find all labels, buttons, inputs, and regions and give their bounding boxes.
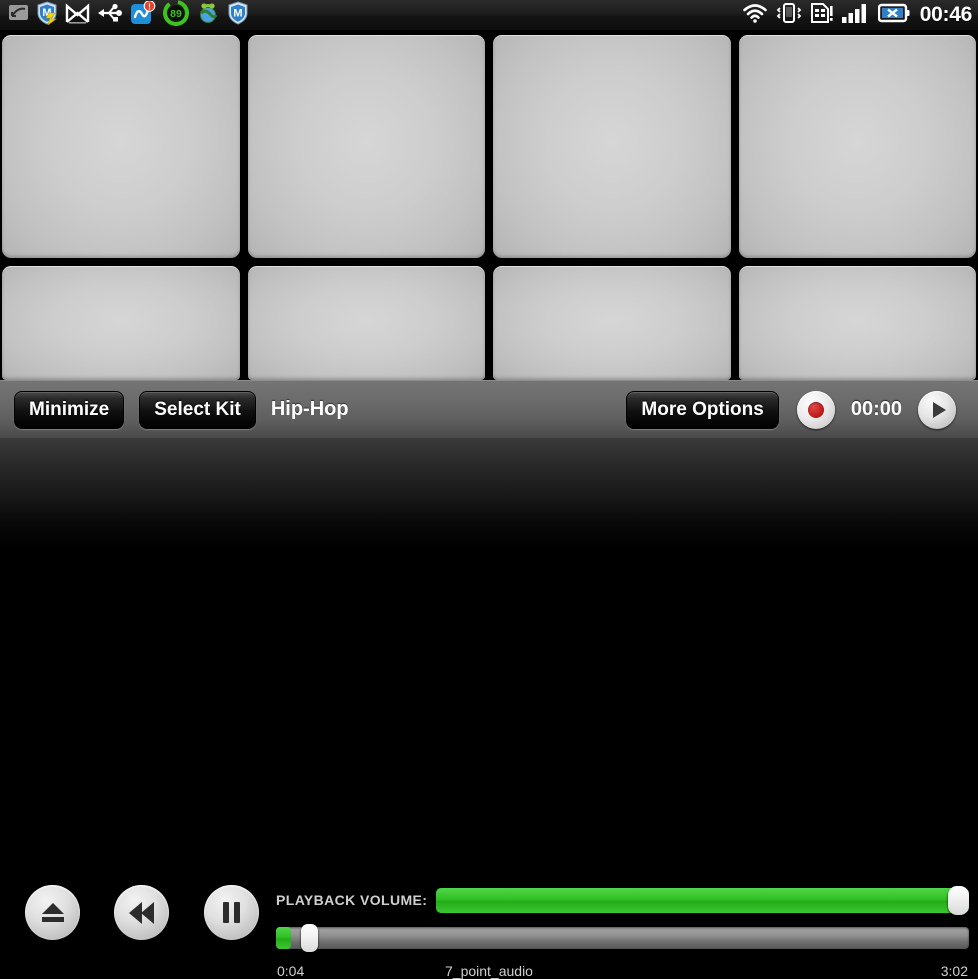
- signal-bars-icon: [841, 2, 871, 29]
- drum-pad-grid: [0, 31, 978, 380]
- usb-icon: [97, 3, 123, 28]
- track-title: 7_point_audio: [0, 963, 978, 979]
- more-options-button[interactable]: More Options: [626, 391, 778, 429]
- pad-8[interactable]: [735, 262, 978, 380]
- playback-volume-slider[interactable]: [436, 888, 969, 913]
- eject-icon: [42, 903, 64, 922]
- rewind-icon: [129, 902, 154, 924]
- status-bar[interactable]: M: [0, 0, 978, 31]
- playback-progress-thumb[interactable]: [301, 924, 318, 952]
- playback-volume-fill: [436, 888, 969, 913]
- pad-row-2: [0, 262, 978, 380]
- current-kit-name: Hip-Hop: [271, 398, 349, 421]
- vibrate-icon: [775, 2, 803, 29]
- select-kit-button[interactable]: Select Kit: [139, 391, 256, 429]
- pad-3[interactable]: [489, 31, 735, 262]
- missed-call-icon: [8, 2, 29, 28]
- pad-6[interactable]: [244, 262, 490, 380]
- select-kit-button-label: Select Kit: [154, 399, 241, 421]
- svg-text:M: M: [233, 7, 242, 19]
- pad-row-1: [0, 31, 978, 262]
- rewind-button[interactable]: [114, 885, 169, 940]
- transport-panel: PLAYBACK VOLUME: 0:04 7_point_audio 3:02: [0, 438, 978, 550]
- svg-text:!: !: [148, 2, 151, 11]
- sim-alert-icon: [810, 2, 834, 29]
- sync-alert-icon: !: [130, 1, 156, 30]
- pad-4[interactable]: [735, 31, 978, 262]
- eject-button[interactable]: [25, 885, 80, 940]
- total-time: 3:02: [941, 963, 968, 979]
- playback-progress-slider[interactable]: [276, 927, 969, 949]
- mcafee-shield-lightning-icon: M: [36, 1, 58, 30]
- play-button[interactable]: [918, 391, 956, 429]
- record-time: 00:00: [851, 398, 902, 421]
- record-button[interactable]: [797, 391, 835, 429]
- playback-progress-fill: [276, 927, 291, 949]
- control-bar: Minimize Select Kit Hip-Hop More Options…: [0, 380, 978, 438]
- minimize-button-label: Minimize: [29, 399, 109, 421]
- playback-volume-thumb[interactable]: [948, 886, 969, 915]
- mcafee-shield-icon: M: [227, 1, 249, 30]
- status-bar-right-icons: 00:46: [742, 2, 972, 29]
- pad-7[interactable]: [489, 262, 735, 380]
- android-globe-icon: [196, 1, 220, 30]
- record-dot-icon: [808, 402, 824, 418]
- pad-5[interactable]: [0, 262, 244, 380]
- gmail-icon: [65, 2, 90, 29]
- pad-2[interactable]: [244, 31, 490, 262]
- wifi-icon: [742, 2, 768, 29]
- more-options-button-label: More Options: [641, 399, 763, 421]
- playback-volume-label: PLAYBACK VOLUME:: [276, 892, 427, 908]
- pause-icon: [223, 902, 240, 923]
- battery-gauge-value: 89: [170, 8, 182, 20]
- pause-button[interactable]: [204, 885, 259, 940]
- battery-no-charge-icon: [878, 2, 910, 29]
- status-bar-left-icons: M: [8, 0, 249, 31]
- play-triangle-icon: [933, 402, 946, 418]
- pad-1[interactable]: [0, 31, 244, 262]
- minimize-button[interactable]: Minimize: [14, 391, 124, 429]
- battery-percent-gauge-icon: 89: [163, 0, 189, 31]
- status-bar-clock: 00:46: [920, 3, 972, 27]
